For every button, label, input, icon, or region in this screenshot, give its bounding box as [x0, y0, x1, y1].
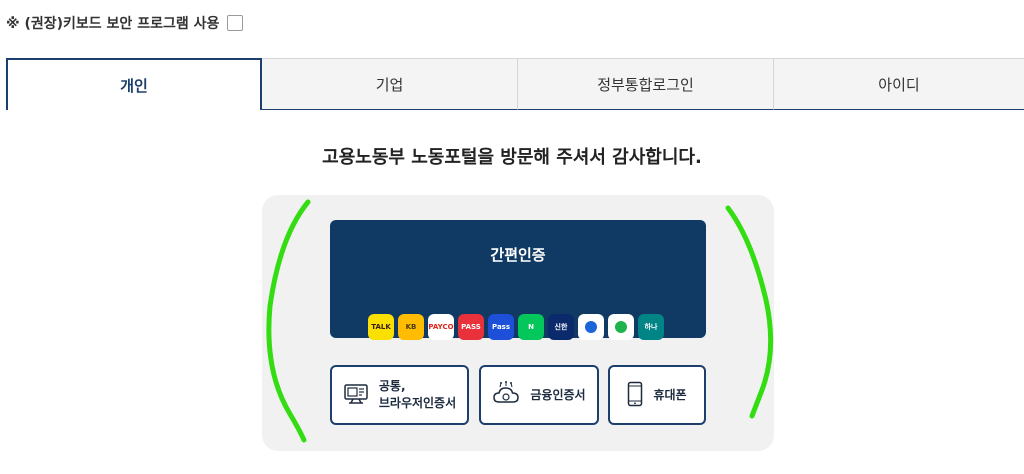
login-page: ※ (권장)키보드 보안 프로그램 사용 개인 기업 정부통합로그인 아이디 고…	[0, 0, 1024, 474]
simple-auth-title: 간편인증	[490, 246, 546, 264]
payco-icon: PAYCO	[428, 314, 454, 340]
samsung-pass-icon: Pass	[488, 314, 514, 340]
browser-certificate-label: 공통, 브라우저인증서	[379, 378, 456, 412]
tab-id[interactable]: 아이디	[774, 58, 1024, 110]
financial-certificate-label: 금융인증서	[530, 387, 586, 402]
kakao-talk-icon: TALK	[368, 314, 394, 340]
kb-icon: KB	[398, 314, 424, 340]
login-type-tabs: 개인 기업 정부통합로그인 아이디	[6, 58, 1024, 110]
monitor-certificate-icon	[343, 382, 369, 409]
toss-icon	[578, 314, 604, 340]
financial-certificate-button[interactable]: 금융인증서	[479, 365, 599, 425]
tab-business[interactable]: 기업	[262, 58, 518, 110]
tab-personal[interactable]: 개인	[6, 58, 262, 110]
keyboard-security-checkbox[interactable]	[227, 15, 244, 31]
auth-panel: 간편인증 TALK KB PAYCO PASS Pass N 신한 하나 공통, 브라우저인증	[262, 195, 774, 451]
tab-government-login[interactable]: 정부통합로그인	[518, 58, 774, 110]
naver-icon: N	[518, 314, 544, 340]
mobile-phone-button[interactable]: 휴대폰	[608, 365, 706, 425]
shinhan-icon: 신한	[548, 314, 574, 340]
hana-icon: 하나	[638, 314, 664, 340]
cloud-certificate-icon	[492, 380, 520, 410]
simple-auth-button[interactable]: 간편인증 TALK KB PAYCO PASS Pass N 신한 하나	[330, 220, 706, 340]
keyboard-security-option[interactable]: ※ (권장)키보드 보안 프로그램 사용	[6, 13, 244, 33]
simple-auth-app-icons: TALK KB PAYCO PASS Pass N 신한 하나	[368, 314, 664, 340]
browser-certificate-label-line1: 공통,	[378, 379, 406, 393]
browser-certificate-label-line2: 브라우저인증서	[378, 396, 457, 410]
keyboard-security-label: ※ (권장)키보드 보안 프로그램 사용	[6, 16, 220, 32]
welcome-message: 고용노동부 노동포털을 방문해 주셔서 감사합니다.	[322, 147, 702, 168]
pass-icon: PASS	[458, 314, 484, 340]
browser-certificate-button[interactable]: 공통, 브라우저인증서	[330, 365, 469, 425]
mobile-phone-label: 휴대폰	[653, 387, 687, 402]
smartphone-icon	[627, 381, 643, 410]
bank-salad-icon	[608, 314, 634, 340]
